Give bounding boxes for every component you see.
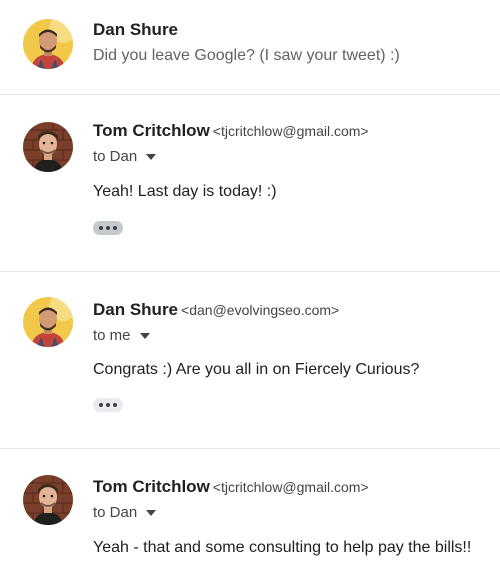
sender-name[interactable]: Tom Critchlow xyxy=(93,477,210,496)
collapsed-message[interactable]: Dan Shure Did you leave Google? (I saw y… xyxy=(0,0,500,94)
message-body: Congrats :) Are you all in on Fiercely C… xyxy=(93,361,420,378)
more-horiz-icon xyxy=(99,226,103,230)
avatar[interactable] xyxy=(23,297,73,347)
expanded-message: Tom Critchlow <tjcritchlow@gmail.com> to … xyxy=(0,94,500,272)
sender-name[interactable]: Tom Critchlow xyxy=(93,121,210,140)
chevron-down-icon[interactable] xyxy=(139,332,150,339)
avatar[interactable] xyxy=(23,19,73,69)
recipient-label: to me xyxy=(93,327,131,344)
recipient-details[interactable]: to me xyxy=(93,327,150,344)
expanded-message: Tom Critchlow <tjcritchlow@gmail.com> to … xyxy=(0,448,500,571)
sender-name[interactable]: Dan Shure xyxy=(93,20,178,39)
chevron-down-icon[interactable] xyxy=(146,153,157,160)
message-snippet[interactable]: Did you leave Google? (I saw your tweet)… xyxy=(93,47,400,65)
message-body: Yeah - that and some consulting to help … xyxy=(93,539,472,556)
message-body: Yeah! Last day is today! :) xyxy=(93,183,277,200)
more-horiz-icon xyxy=(99,403,103,407)
show-trimmed-content-button[interactable] xyxy=(93,221,123,235)
sender-email: <tjcritchlow@gmail.com> xyxy=(212,479,369,495)
sender-email: <tjcritchlow@gmail.com> xyxy=(212,123,369,139)
recipient-details[interactable]: to Dan xyxy=(93,504,157,521)
expanded-message: Dan Shure <dan@evolvingseo.com> to me Con… xyxy=(0,271,500,449)
avatar[interactable] xyxy=(23,122,73,172)
chevron-down-icon[interactable] xyxy=(146,509,157,516)
sender-name[interactable]: Dan Shure xyxy=(93,300,178,319)
show-trimmed-content-button[interactable] xyxy=(93,398,123,412)
avatar[interactable] xyxy=(23,475,73,525)
sender-email: <dan@evolvingseo.com> xyxy=(181,302,340,318)
recipient-label: to Dan xyxy=(93,504,138,521)
recipient-details[interactable]: to Dan xyxy=(93,148,157,165)
email-thread: Dan Shure Did you leave Google? (I saw y… xyxy=(0,0,500,570)
recipient-label: to Dan xyxy=(93,148,138,165)
